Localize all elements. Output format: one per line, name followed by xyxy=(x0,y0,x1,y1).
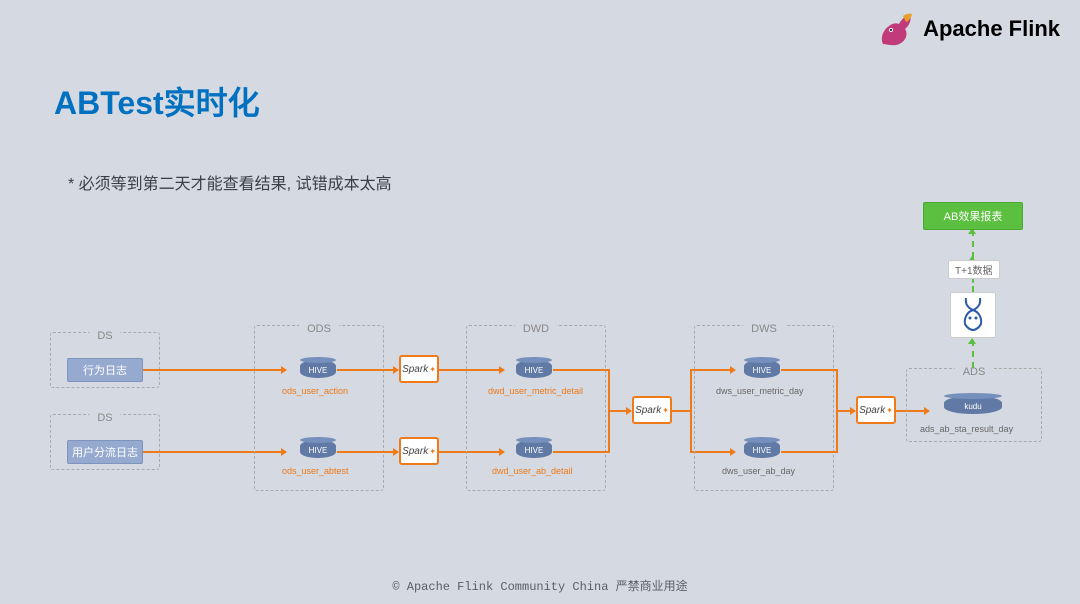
node-dws-ab: HIVE xyxy=(744,440,780,462)
ads-kudu-name: ads_ab_sta_result_day xyxy=(920,424,1013,434)
layer-label: DS xyxy=(89,330,120,342)
node-dws-metric: HIVE xyxy=(744,360,780,382)
connector-dashed xyxy=(972,230,974,258)
report-box: AB效果报表 xyxy=(923,202,1023,230)
layer-label: DS xyxy=(89,412,120,424)
node-ads-kudu: kudu xyxy=(944,396,1002,418)
layer-label: ADS xyxy=(955,366,994,378)
brand-text: Apache Flink xyxy=(923,16,1060,42)
dwd-ab-name: dwd_user_ab_detail xyxy=(492,466,573,476)
bullet-text: * 必须等到第二天才能查看结果, 试错成本太高 xyxy=(68,170,392,194)
node-ods-abtest: HIVE xyxy=(300,440,336,462)
impala-icon xyxy=(950,292,996,338)
dws-ab-name: dws_user_ab_day xyxy=(722,466,795,476)
flink-squirrel-icon xyxy=(875,8,917,50)
spark-node-2: Spark xyxy=(399,437,439,465)
spark-node-1: Spark xyxy=(399,355,439,383)
node-dwd-metric: HIVE xyxy=(516,360,552,382)
dwd-metric-name: dwd_user_metric_detail xyxy=(488,386,583,396)
node-user-split-log: 用户分流日志 xyxy=(67,440,143,464)
spark-node-3: Spark xyxy=(632,396,672,424)
layer-label: DWD xyxy=(515,323,557,335)
ods-abtest-name: ods_user_abtest xyxy=(282,466,349,476)
node-ods-action: HIVE xyxy=(300,360,336,382)
architecture-diagram: DS 行为日志 DS 用户分流日志 ODS HIVE ods_user_acti… xyxy=(50,200,1050,554)
layer-label: ODS xyxy=(299,323,339,335)
spark-node-4: Spark xyxy=(856,396,896,424)
node-dwd-ab: HIVE xyxy=(516,440,552,462)
footer-text: © Apache Flink Community China 严禁商业用途 xyxy=(0,577,1080,594)
connector-dashed xyxy=(972,340,974,368)
layer-label: DWS xyxy=(743,323,785,335)
dws-metric-name: dws_user_metric_day xyxy=(716,386,804,396)
ods-action-name: ods_user_action xyxy=(282,386,348,396)
node-behavior-log: 行为日志 xyxy=(67,358,143,382)
t1-label: T+1数据 xyxy=(948,260,1000,279)
slide-title: ABTest实时化 xyxy=(54,78,260,124)
logo-area: Apache Flink xyxy=(875,8,1060,50)
